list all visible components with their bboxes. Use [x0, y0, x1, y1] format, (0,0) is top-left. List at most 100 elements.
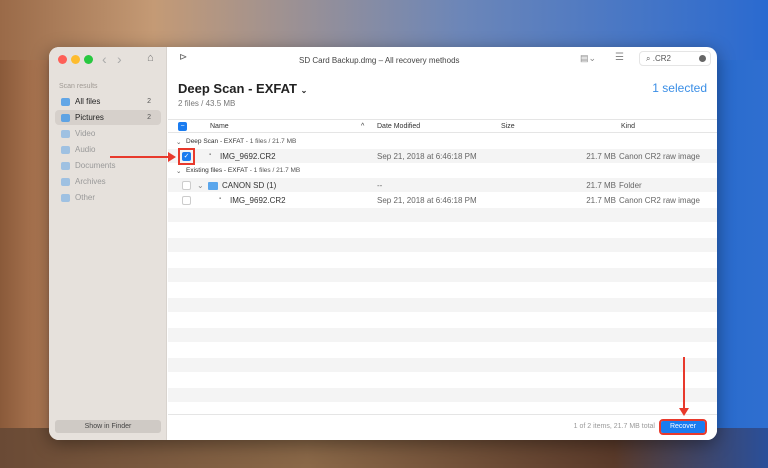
page-title[interactable]: Deep Scan - EXFAT ⌄ — [178, 81, 307, 96]
page-subtitle: 2 files / 43.5 MB — [178, 99, 236, 108]
arrow-head-icon — [168, 152, 176, 162]
column-name[interactable]: Name — [210, 123, 229, 130]
recover-button[interactable]: Recover — [659, 419, 707, 435]
sidebar-title: Scan results — [59, 83, 98, 90]
sidebar-item-label: Documents — [75, 161, 116, 170]
file-date: Sep 21, 2018 at 6:46:18 PM — [377, 152, 477, 161]
file-size: 21.7 MB — [586, 152, 616, 161]
file-icon: ▪ — [219, 196, 222, 202]
sidebar-count: 2 — [147, 114, 151, 121]
group-row[interactable]: ⌄ Existing files - EXFAT - 1 files / 21.7… — [168, 164, 717, 178]
close-button[interactable] — [58, 55, 67, 64]
file-name: IMG_9692.CR2 — [230, 196, 286, 205]
sidebar-item-label: Other — [75, 193, 96, 202]
home-icon[interactable]: ⌂ — [147, 52, 154, 64]
sidebar-item-audio[interactable]: Audio — [55, 142, 161, 157]
file-date: Sep 21, 2018 at 6:46:18 PM — [377, 196, 477, 205]
table-row[interactable]: ⌄ CANON SD (1) -- 21.7 MB Folder — [168, 178, 717, 193]
table-row[interactable]: ✓ ▪ IMG_9692.CR2 Sep 21, 2018 at 6:46:18… — [168, 149, 717, 164]
zoom-button[interactable] — [84, 55, 93, 64]
empty-row — [168, 373, 717, 388]
sidebar-item-archives[interactable]: Archives — [55, 174, 161, 189]
video-icon — [61, 129, 70, 138]
table-row[interactable]: ▪ IMG_9692.CR2 Sep 21, 2018 at 6:46:18 P… — [168, 193, 717, 208]
forward-icon[interactable]: › — [117, 51, 122, 67]
pictures-icon — [61, 113, 70, 122]
group-label: Deep Scan - EXFAT - 1 files / 21.7 MB — [186, 138, 297, 145]
all-files-icon — [61, 97, 70, 106]
sidebar-count: 2 — [147, 98, 151, 105]
sidebar-item-label: Pictures — [75, 113, 104, 122]
file-name: CANON SD (1) — [222, 181, 277, 190]
file-date: -- — [377, 181, 383, 190]
row-checkbox[interactable] — [182, 196, 191, 205]
highlight-box — [178, 148, 195, 165]
disclosure-icon: ⌄ — [176, 168, 182, 175]
sidebar-item-label: Audio — [75, 145, 96, 154]
file-kind: Canon CR2 raw image — [619, 196, 700, 205]
archives-icon — [61, 177, 70, 186]
back-icon[interactable]: ‹ — [102, 51, 107, 67]
documents-icon — [61, 161, 70, 170]
empty-row — [168, 298, 717, 313]
search-icon: ⌕ — [646, 54, 651, 63]
annotation-arrow — [683, 357, 685, 409]
empty-row — [168, 343, 717, 358]
empty-row — [168, 328, 717, 343]
search-input[interactable]: ⌕ .CR2 — [639, 51, 711, 66]
app-window: ‹ › ⌂ Scan results All files 2 Pictures 2 … — [49, 47, 717, 440]
window-title: SD Card Backup.dmg – All recovery method… — [299, 56, 460, 65]
empty-row — [168, 313, 717, 328]
sidebar-item-pictures[interactable]: Pictures 2 — [55, 110, 161, 125]
empty-row — [168, 283, 717, 298]
group-row[interactable]: ⌄ Deep Scan - EXFAT - 1 files / 21.7 MB — [168, 135, 717, 149]
sidebar-item-video[interactable]: Video — [55, 126, 161, 141]
sort-ascending-icon: ^ — [361, 123, 365, 130]
disclosure-icon[interactable]: ⌄ — [197, 181, 204, 190]
empty-row — [168, 238, 717, 253]
file-icon: ▪ — [209, 152, 212, 158]
search-value: .CR2 — [652, 54, 671, 63]
arrow-head-icon — [679, 408, 689, 416]
column-size[interactable]: Size — [501, 123, 515, 130]
play-icon[interactable]: ⊳ — [179, 52, 187, 63]
show-in-finder-button[interactable]: Show in Finder — [55, 420, 161, 433]
select-all-checkbox[interactable]: − — [178, 122, 187, 131]
disclosure-icon: ⌄ — [176, 139, 182, 146]
file-kind: Folder — [619, 181, 642, 190]
sidebar-item-label: Archives — [75, 177, 106, 186]
status-text: 1 of 2 items, 21.7 MB total — [573, 423, 655, 430]
file-name: IMG_9692.CR2 — [220, 152, 276, 161]
empty-row — [168, 388, 717, 403]
group-label: Existing files - EXFAT - 1 files / 21.7 … — [186, 167, 301, 174]
row-checkbox[interactable] — [182, 181, 191, 190]
empty-row — [168, 253, 717, 268]
sidebar-item-label: Video — [75, 129, 96, 138]
empty-row — [168, 358, 717, 373]
footer: 1 of 2 items, 21.7 MB total Recover — [168, 414, 717, 440]
folder-icon — [208, 182, 218, 190]
page-title-text: Deep Scan - EXFAT — [178, 81, 297, 96]
file-size: 21.7 MB — [586, 196, 616, 205]
sidebar-item-all-files[interactable]: All files 2 — [55, 94, 161, 109]
file-kind: Canon CR2 raw image — [619, 152, 700, 161]
sidebar: ‹ › ⌂ Scan results All files 2 Pictures 2 … — [49, 47, 167, 440]
empty-row — [168, 208, 717, 223]
filter-icon[interactable]: ☰ — [615, 52, 624, 63]
audio-icon — [61, 145, 70, 154]
other-icon — [61, 193, 70, 202]
clear-search-icon[interactable] — [699, 55, 706, 62]
column-date[interactable]: Date Modified — [377, 123, 420, 130]
sidebar-item-label: All files — [75, 97, 101, 106]
sidebar-item-other[interactable]: Other — [55, 190, 161, 205]
view-toggle-icon[interactable]: ▤⌄ — [580, 53, 596, 64]
selection-count: 1 selected — [652, 81, 707, 95]
minimize-button[interactable] — [71, 55, 80, 64]
annotation-arrow — [110, 156, 170, 158]
empty-row — [168, 268, 717, 283]
column-kind[interactable]: Kind — [621, 123, 635, 130]
empty-row — [168, 223, 717, 238]
file-list: ⌄ Deep Scan - EXFAT - 1 files / 21.7 MB ✓… — [168, 135, 717, 418]
sidebar-item-documents[interactable]: Documents — [55, 158, 161, 173]
column-header: − Name ^ Date Modified Size Kind — [168, 119, 717, 133]
